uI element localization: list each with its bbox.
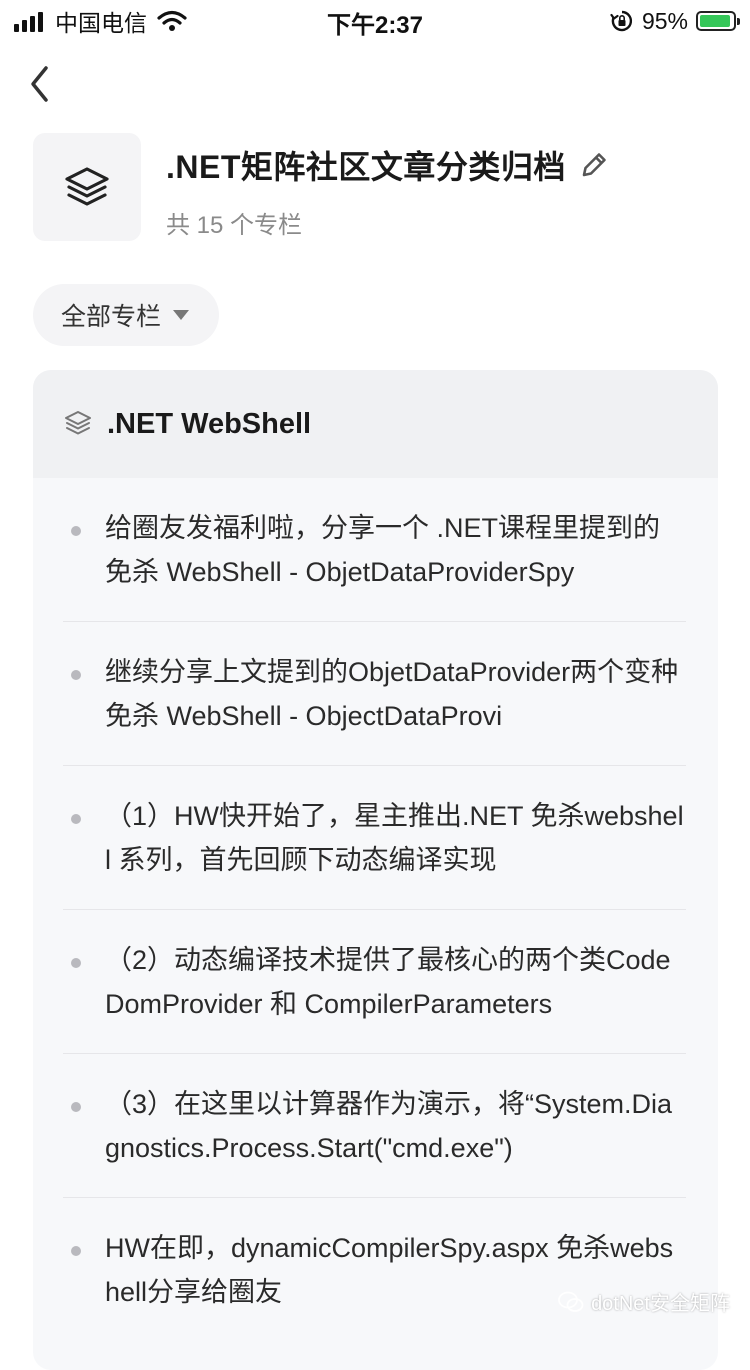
bullet-icon [71, 814, 81, 824]
pencil-icon [582, 153, 606, 177]
article-item[interactable]: （2）动态编译技术提供了最核心的两个类CodeDomProvider 和 Com… [63, 910, 686, 1054]
bullet-icon [71, 958, 81, 968]
watermark: dotNet安全矩阵 [557, 1287, 730, 1316]
bullet-icon [71, 670, 81, 680]
article-title: （2）动态编译技术提供了最核心的两个类CodeDomProvider 和 Com… [105, 945, 671, 1019]
page-title: .NET矩阵社区文章分类归档 [166, 149, 566, 185]
chevron-left-icon [31, 66, 48, 102]
battery-icon [696, 11, 740, 31]
caret-down-icon [173, 310, 190, 320]
article-item[interactable]: 继续分享上文提到的ObjetDataProvider两个变种免杀 WebShel… [63, 622, 686, 766]
title-row: .NET矩阵社区文章分类归档 [166, 142, 612, 188]
article-item[interactable]: 给圈友发福利啦，分享一个 .NET课程里提到的免杀 WebShell - Obj… [63, 478, 686, 622]
column-title: .NET WebShell [107, 407, 312, 440]
status-right: 95% [610, 6, 740, 36]
article-item[interactable]: HW在即，dynamicCompilerSpy.aspx 免杀webshell分… [63, 1198, 686, 1342]
article-title: 给圈友发福利啦，分享一个 .NET课程里提到的免杀 WebShell - Obj… [105, 513, 661, 587]
filter-label: 全部专栏 [61, 303, 162, 331]
article-title: 继续分享上文提到的ObjetDataProvider两个变种免杀 WebShel… [105, 657, 679, 731]
battery-percent: 95% [641, 7, 688, 34]
bullet-icon [71, 1102, 81, 1112]
article-list: 给圈友发福利啦，分享一个 .NET课程里提到的免杀 WebShell - Obj… [33, 478, 718, 1342]
layers-icon [65, 411, 91, 435]
column-header[interactable]: .NET WebShell [33, 370, 718, 478]
edit-title-button[interactable] [576, 147, 612, 183]
article-item[interactable]: （3）在这里以计算器作为演示，将“System.Diagnostics.Proc… [63, 1054, 686, 1198]
article-title: （3）在这里以计算器作为演示，将“System.Diagnostics.Proc… [105, 1089, 673, 1163]
status-bar: 中国电信 下午2:37 95% [0, 0, 750, 40]
column-count: 共 15 个专栏 [166, 212, 303, 239]
orientation-lock-icon [610, 10, 633, 32]
back-button[interactable] [22, 62, 62, 106]
article-title: （1）HW快开始了，星主推出.NET 免杀webshell 系列，首先回顾下动态… [105, 801, 684, 875]
watermark-label: dotNet安全矩阵 [591, 1293, 730, 1315]
bullet-icon [71, 526, 81, 536]
article-item[interactable]: （1）HW快开始了，星主推出.NET 免杀webshell 系列，首先回顾下动态… [63, 766, 686, 910]
collection-avatar [33, 133, 141, 241]
layers-icon [65, 167, 109, 206]
battery-level [700, 15, 731, 27]
bullet-icon [71, 1246, 81, 1256]
column-card: .NET WebShell 给圈友发福利啦，分享一个 .NET课程里提到的免杀 … [33, 370, 718, 1370]
column-filter-dropdown[interactable]: 全部专栏 [33, 284, 220, 346]
wechat-icon [558, 1291, 584, 1312]
